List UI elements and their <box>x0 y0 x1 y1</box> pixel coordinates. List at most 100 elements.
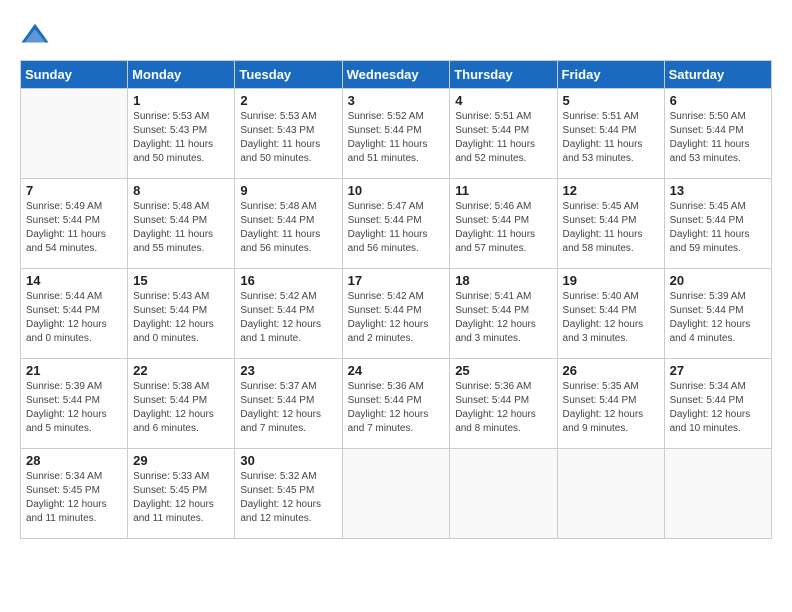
column-header-thursday: Thursday <box>450 61 557 89</box>
calendar-cell: 12 Sunrise: 5:45 AM Sunset: 5:44 PM Dayli… <box>557 179 664 269</box>
calendar-cell: 17 Sunrise: 5:42 AM Sunset: 5:44 PM Dayli… <box>342 269 450 359</box>
day-info: Sunrise: 5:46 AM Sunset: 5:44 PM Dayligh… <box>455 200 551 256</box>
calendar-week-row: 14 Sunrise: 5:44 AM Sunset: 5:44 PM Dayli… <box>21 269 772 359</box>
calendar-cell <box>450 449 557 539</box>
calendar-cell: 5Sunrise: 5:51 AM Sunset: 5:44 PM Daylig… <box>557 89 664 179</box>
calendar-cell: 2 Sunrise: 5:53 AM Sunset: 5:43 PM Daylig… <box>235 89 342 179</box>
day-number: 6 <box>670 93 766 108</box>
day-info: Sunrise: 5:34 AM Sunset: 5:44 PM Dayligh… <box>670 380 766 436</box>
calendar-cell: 23 Sunrise: 5:37 AM Sunset: 5:44 PM Dayli… <box>235 359 342 449</box>
day-number: 21 <box>26 363 122 378</box>
calendar-header-row: SundayMondayTuesdayWednesdayThursdayFrid… <box>21 61 772 89</box>
calendar-cell: 4 Sunrise: 5:51 AM Sunset: 5:44 PM Daylig… <box>450 89 557 179</box>
day-info: Sunrise: 5:49 AM Sunset: 5:44 PM Dayligh… <box>26 200 122 256</box>
calendar-cell: 30 Sunrise: 5:32 AM Sunset: 5:45 PM Dayli… <box>235 449 342 539</box>
day-number: 23 <box>240 363 336 378</box>
logo-icon <box>20 20 50 50</box>
calendar-cell: 9 Sunrise: 5:48 AM Sunset: 5:44 PM Daylig… <box>235 179 342 269</box>
day-info: Sunrise: 5:41 AM Sunset: 5:44 PM Dayligh… <box>455 290 551 346</box>
day-number: 26 <box>563 363 659 378</box>
day-number: 13 <box>670 183 766 198</box>
calendar-cell: 22 Sunrise: 5:38 AM Sunset: 5:44 PM Dayli… <box>128 359 235 449</box>
logo <box>20 20 54 50</box>
day-info: Sunrise: 5:42 AM Sunset: 5:44 PM Dayligh… <box>348 290 445 346</box>
column-header-friday: Friday <box>557 61 664 89</box>
day-number: 14 <box>26 273 122 288</box>
day-number: 30 <box>240 453 336 468</box>
calendar: SundayMondayTuesdayWednesdayThursdayFrid… <box>20 60 772 539</box>
calendar-week-row: 7 Sunrise: 5:49 AM Sunset: 5:44 PM Daylig… <box>21 179 772 269</box>
day-info: Sunrise: 5:53 AM Sunset: 5:43 PM Dayligh… <box>133 110 229 166</box>
calendar-cell: 6 Sunrise: 5:50 AM Sunset: 5:44 PM Daylig… <box>664 89 771 179</box>
day-number: 10 <box>348 183 445 198</box>
day-info: Sunrise: 5:38 AM Sunset: 5:44 PM Dayligh… <box>133 380 229 436</box>
calendar-cell: 10 Sunrise: 5:47 AM Sunset: 5:44 PM Dayli… <box>342 179 450 269</box>
day-number: 7 <box>26 183 122 198</box>
day-info: Sunrise: 5:45 AM Sunset: 5:44 PM Dayligh… <box>563 200 659 256</box>
calendar-cell: 26 Sunrise: 5:35 AM Sunset: 5:44 PM Dayli… <box>557 359 664 449</box>
column-header-saturday: Saturday <box>664 61 771 89</box>
calendar-cell: 18 Sunrise: 5:41 AM Sunset: 5:44 PM Dayli… <box>450 269 557 359</box>
day-info: Sunrise: 5:48 AM Sunset: 5:44 PM Dayligh… <box>240 200 336 256</box>
day-number: 22 <box>133 363 229 378</box>
day-number: 3 <box>348 93 445 108</box>
day-number: 24 <box>348 363 445 378</box>
day-info: Sunrise: 5:53 AM Sunset: 5:43 PM Dayligh… <box>240 110 336 166</box>
calendar-cell: 3 Sunrise: 5:52 AM Sunset: 5:44 PM Daylig… <box>342 89 450 179</box>
day-info: Sunrise: 5:47 AM Sunset: 5:44 PM Dayligh… <box>348 200 445 256</box>
day-info: Sunrise: 5:43 AM Sunset: 5:44 PM Dayligh… <box>133 290 229 346</box>
day-number: 18 <box>455 273 551 288</box>
day-info: Sunrise: 5:33 AM Sunset: 5:45 PM Dayligh… <box>133 470 229 526</box>
day-info: Sunrise: 5:36 AM Sunset: 5:44 PM Dayligh… <box>348 380 445 436</box>
column-header-wednesday: Wednesday <box>342 61 450 89</box>
day-number: 1 <box>133 93 229 108</box>
day-info: Sunrise: 5:34 AM Sunset: 5:45 PM Dayligh… <box>26 470 122 526</box>
calendar-cell <box>557 449 664 539</box>
day-info: Sunrise: 5:44 AM Sunset: 5:44 PM Dayligh… <box>26 290 122 346</box>
column-header-monday: Monday <box>128 61 235 89</box>
day-info: Sunrise: 5:37 AM Sunset: 5:44 PM Dayligh… <box>240 380 336 436</box>
day-number: 27 <box>670 363 766 378</box>
day-number: 2 <box>240 93 336 108</box>
calendar-cell: 11Sunrise: 5:46 AM Sunset: 5:44 PM Dayli… <box>450 179 557 269</box>
column-header-tuesday: Tuesday <box>235 61 342 89</box>
day-info: Sunrise: 5:39 AM Sunset: 5:44 PM Dayligh… <box>670 290 766 346</box>
calendar-cell: 27 Sunrise: 5:34 AM Sunset: 5:44 PM Dayli… <box>664 359 771 449</box>
calendar-cell <box>664 449 771 539</box>
day-info: Sunrise: 5:52 AM Sunset: 5:44 PM Dayligh… <box>348 110 445 166</box>
day-number: 28 <box>26 453 122 468</box>
day-info: Sunrise: 5:42 AM Sunset: 5:44 PM Dayligh… <box>240 290 336 346</box>
calendar-cell: 13 Sunrise: 5:45 AM Sunset: 5:44 PM Dayli… <box>664 179 771 269</box>
day-number: 19 <box>563 273 659 288</box>
calendar-week-row: 21Sunrise: 5:39 AM Sunset: 5:44 PM Dayli… <box>21 359 772 449</box>
day-info: Sunrise: 5:51 AM Sunset: 5:44 PM Dayligh… <box>455 110 551 166</box>
header <box>20 20 772 50</box>
calendar-week-row: 1 Sunrise: 5:53 AM Sunset: 5:43 PM Daylig… <box>21 89 772 179</box>
day-info: Sunrise: 5:36 AM Sunset: 5:44 PM Dayligh… <box>455 380 551 436</box>
day-number: 17 <box>348 273 445 288</box>
day-number: 12 <box>563 183 659 198</box>
calendar-cell: 1 Sunrise: 5:53 AM Sunset: 5:43 PM Daylig… <box>128 89 235 179</box>
day-number: 16 <box>240 273 336 288</box>
day-info: Sunrise: 5:51 AM Sunset: 5:44 PM Dayligh… <box>563 110 659 166</box>
column-header-sunday: Sunday <box>21 61 128 89</box>
day-number: 29 <box>133 453 229 468</box>
day-number: 15 <box>133 273 229 288</box>
day-info: Sunrise: 5:45 AM Sunset: 5:44 PM Dayligh… <box>670 200 766 256</box>
calendar-week-row: 28 Sunrise: 5:34 AM Sunset: 5:45 PM Dayli… <box>21 449 772 539</box>
calendar-cell: 7 Sunrise: 5:49 AM Sunset: 5:44 PM Daylig… <box>21 179 128 269</box>
calendar-cell: 19 Sunrise: 5:40 AM Sunset: 5:44 PM Dayli… <box>557 269 664 359</box>
day-number: 9 <box>240 183 336 198</box>
day-number: 20 <box>670 273 766 288</box>
day-number: 8 <box>133 183 229 198</box>
day-number: 25 <box>455 363 551 378</box>
day-info: Sunrise: 5:48 AM Sunset: 5:44 PM Dayligh… <box>133 200 229 256</box>
calendar-cell: 29 Sunrise: 5:33 AM Sunset: 5:45 PM Dayli… <box>128 449 235 539</box>
calendar-cell: 24 Sunrise: 5:36 AM Sunset: 5:44 PM Dayli… <box>342 359 450 449</box>
day-info: Sunrise: 5:50 AM Sunset: 5:44 PM Dayligh… <box>670 110 766 166</box>
day-info: Sunrise: 5:32 AM Sunset: 5:45 PM Dayligh… <box>240 470 336 526</box>
day-info: Sunrise: 5:35 AM Sunset: 5:44 PM Dayligh… <box>563 380 659 436</box>
day-info: Sunrise: 5:40 AM Sunset: 5:44 PM Dayligh… <box>563 290 659 346</box>
calendar-cell: 20 Sunrise: 5:39 AM Sunset: 5:44 PM Dayli… <box>664 269 771 359</box>
day-number: 4 <box>455 93 551 108</box>
